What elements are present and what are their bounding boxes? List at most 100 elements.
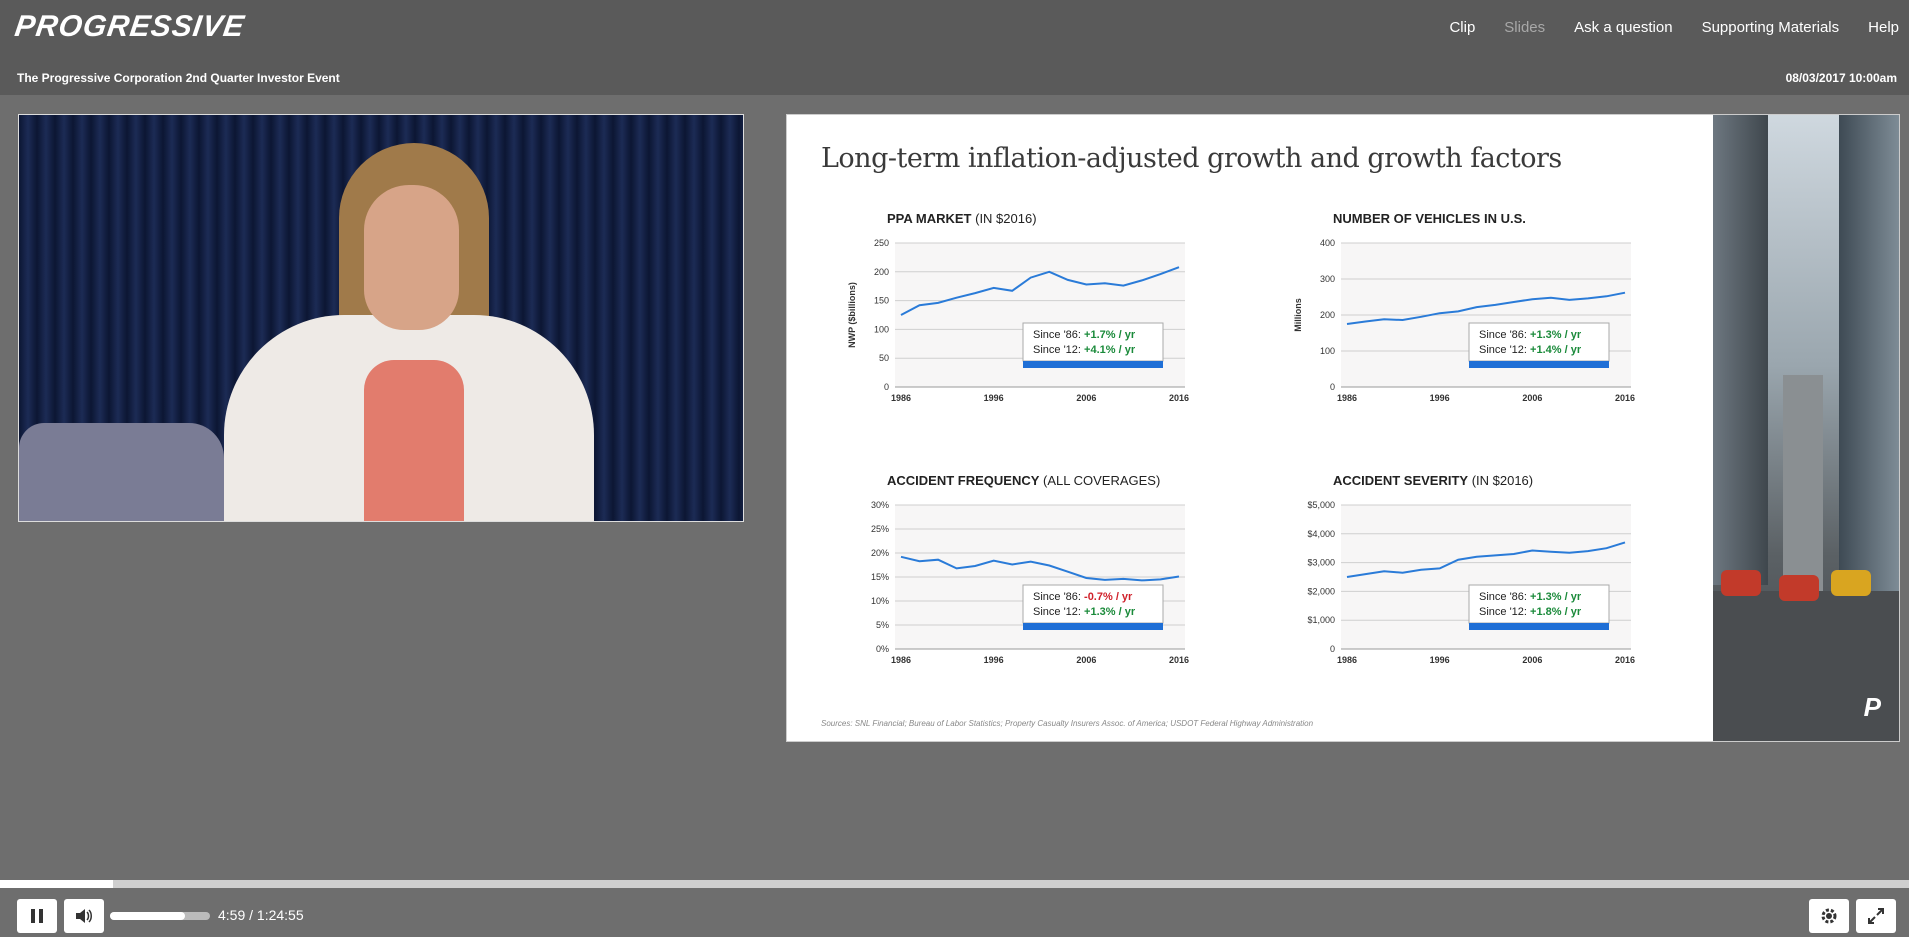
volume-slider-fill — [110, 912, 185, 920]
y-tick-label: $2,000 — [1307, 586, 1335, 596]
chart-plot: 250 200 150 100 50 01986 1996 2006 2016 NWP ($bil… — [847, 238, 1189, 403]
x-tick-label: 2016 — [1169, 393, 1189, 403]
volume-button[interactable] — [64, 899, 104, 933]
growth-annotation-line: Since '12: +4.1% / yr — [1033, 344, 1136, 356]
x-tick-label: 1986 — [891, 655, 911, 665]
chart-title-suffix: (IN $2016) — [1468, 473, 1534, 488]
slide-title: Long-term inflation-adjusted growth and … — [821, 143, 1562, 174]
player-controls: 4:59 / 1:24:55 — [0, 888, 1909, 937]
x-tick-label: 2006 — [1522, 655, 1542, 665]
y-tick-label: 50 — [879, 353, 889, 363]
y-tick-label: 10% — [871, 596, 889, 606]
growth-annotation-value: +1.4% / yr — [1530, 344, 1582, 356]
top-bar: PROGRESSIVE Clip Slides Ask a question S… — [0, 0, 1909, 95]
city-building-left — [1713, 115, 1768, 585]
y-tick-label: 100 — [874, 324, 889, 334]
main-nav: Clip Slides Ask a question Supporting Ma… — [1449, 19, 1909, 36]
growth-annotation-label: Since '12: — [1033, 606, 1084, 618]
fullscreen-icon — [1868, 908, 1884, 924]
city-car — [1721, 570, 1761, 596]
nav-clip[interactable]: Clip — [1449, 19, 1475, 36]
y-tick-label: 25% — [871, 524, 889, 534]
x-tick-label: 1986 — [1337, 393, 1357, 403]
growth-annotation-bar — [1023, 361, 1163, 368]
chart-title: ACCIDENT SEVERITY (IN $2016) — [1333, 473, 1533, 488]
pause-button[interactable] — [17, 899, 57, 933]
fullscreen-button[interactable] — [1856, 899, 1896, 933]
growth-annotation-bar — [1469, 361, 1609, 368]
chart-title-suffix: (IN $2016) — [971, 211, 1037, 226]
x-tick-label: 1996 — [1430, 393, 1450, 403]
y-tick-label: $3,000 — [1307, 558, 1335, 568]
chart-title: ACCIDENT FREQUENCY (ALL COVERAGES) — [887, 473, 1160, 488]
growth-annotation-bar — [1023, 623, 1163, 630]
chart-plot: 30% 25% 20% 15% 10% 5% 0%1986 1996 2006 2016 Since… — [871, 500, 1189, 665]
y-tick-label: 20% — [871, 548, 889, 558]
video-chair — [19, 423, 224, 521]
growth-annotation-label: Since '86: — [1033, 591, 1084, 603]
x-tick-label: 1996 — [984, 655, 1004, 665]
x-tick-label: 2006 — [1076, 393, 1096, 403]
growth-annotation-label: Since '12: — [1479, 344, 1530, 356]
video-speaker-face — [364, 185, 459, 330]
chart-plot: $5,000 $4,000 $3,000 $2,000 $1,000 01986 1996 2… — [1307, 500, 1635, 665]
nav-supporting-materials[interactable]: Supporting Materials — [1702, 19, 1840, 36]
timecode: 4:59 / 1:24:55 — [218, 907, 304, 923]
city-street-photo: P — [1713, 115, 1899, 741]
chart-title-main: NUMBER OF VEHICLES IN U.S. — [1333, 211, 1526, 226]
growth-annotation-value: +4.1% / yr — [1084, 344, 1136, 356]
event-datetime: 08/03/2017 10:00am — [1785, 71, 1897, 85]
growth-annotation-label: Since '86: — [1479, 591, 1530, 603]
slide-sources: Sources: SNL Financial; Bureau of Labor … — [821, 719, 1314, 728]
y-tick-label: 200 — [1320, 310, 1335, 320]
chart-number-of-vehicles: NUMBER OF VEHICLES IN U.S. 400 300 200 100 0 1… — [1283, 211, 1643, 411]
slide-panel: Long-term inflation-adjusted growth and … — [786, 114, 1900, 742]
city-taxi — [1831, 570, 1871, 596]
y-tick-label: 400 — [1320, 238, 1335, 248]
progressive-p-mark: P — [1863, 692, 1881, 722]
growth-annotation-line: Since '86: +1.7% / yr — [1033, 329, 1136, 341]
video-player[interactable] — [18, 114, 744, 522]
growth-annotation-value: +1.3% / yr — [1530, 329, 1582, 341]
x-tick-label: 2016 — [1615, 655, 1635, 665]
volume-slider[interactable] — [110, 912, 210, 920]
chart-title-main: ACCIDENT FREQUENCY — [887, 473, 1040, 488]
growth-annotation-label: Since '12: — [1033, 344, 1084, 356]
seek-bar-played — [0, 880, 113, 888]
x-tick-label: 2016 — [1615, 393, 1635, 403]
y-tick-label: $4,000 — [1307, 529, 1335, 539]
y-tick-label: 0% — [876, 644, 889, 654]
x-tick-label: 2006 — [1076, 655, 1096, 665]
video-speaker-shirt — [364, 360, 464, 521]
x-tick-label: 1996 — [984, 393, 1004, 403]
y-tick-label: $5,000 — [1307, 500, 1335, 510]
growth-annotation-value: -0.7% / yr — [1084, 591, 1133, 603]
chart-plot: 400 300 200 100 01986 1996 2006 2016 Millions Sin… — [1293, 238, 1635, 403]
x-tick-label: 1996 — [1430, 655, 1450, 665]
y-tick-label: 0 — [1330, 382, 1335, 392]
city-car — [1779, 575, 1819, 601]
y-tick-label: 150 — [874, 296, 889, 306]
growth-annotation-line: Since '12: +1.4% / yr — [1479, 344, 1582, 356]
growth-annotation-line: Since '86: +1.3% / yr — [1479, 591, 1582, 603]
seek-bar[interactable] — [0, 880, 1909, 888]
chart-title: PPA MARKET (IN $2016) — [887, 211, 1037, 226]
gear-icon — [1821, 908, 1837, 924]
y-tick-label: 100 — [1320, 346, 1335, 356]
nav-ask-question[interactable]: Ask a question — [1574, 19, 1672, 36]
chart-accident-severity: ACCIDENT SEVERITY (IN $2016) $5,000 $4,000… — [1283, 473, 1643, 673]
growth-annotation-value: +1.8% / yr — [1530, 606, 1582, 618]
growth-annotation-label: Since '86: — [1033, 329, 1084, 341]
y-tick-label: 0 — [1330, 644, 1335, 654]
x-tick-label: 2006 — [1522, 393, 1542, 403]
chart-title-main: PPA MARKET — [887, 211, 972, 226]
nav-help[interactable]: Help — [1868, 19, 1899, 36]
chart-title-main: ACCIDENT SEVERITY — [1333, 473, 1469, 488]
nav-slides[interactable]: Slides — [1504, 19, 1545, 36]
growth-annotation-bar — [1469, 623, 1609, 630]
x-tick-label: 1986 — [891, 393, 911, 403]
growth-annotation-line: Since '86: -0.7% / yr — [1033, 591, 1133, 603]
y-tick-label: 200 — [874, 267, 889, 277]
settings-button[interactable] — [1809, 899, 1849, 933]
progressive-logo[interactable]: PROGRESSIVE — [13, 10, 247, 44]
